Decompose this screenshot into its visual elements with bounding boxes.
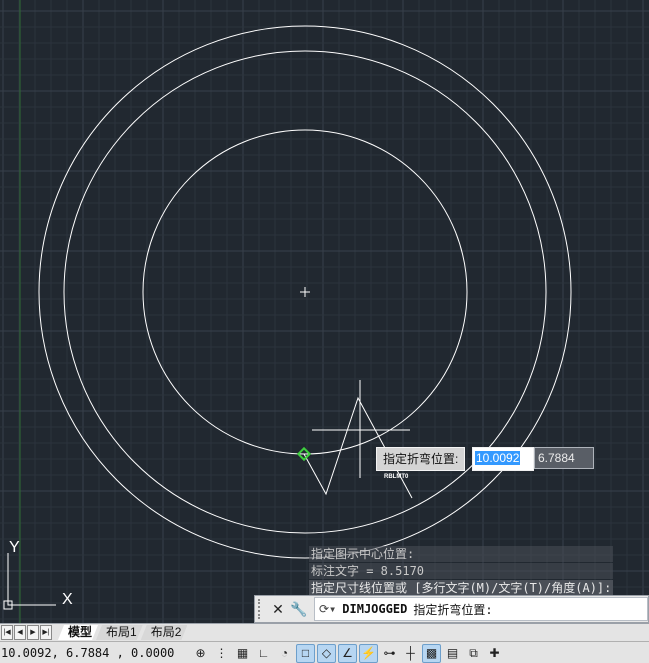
command-line-bar: ✕ 🔧 ⟳▾ DIMJOGGED 指定折弯位置: (254, 595, 649, 623)
polar-tracking-icon[interactable]: ◔ (275, 644, 294, 663)
ucs-x-label: X (62, 591, 73, 608)
object-snap-icon[interactable]: □ (296, 643, 315, 663)
first-tab-button[interactable]: |◀ (1, 625, 13, 640)
quick-properties-icon[interactable]: ▤ (443, 644, 462, 663)
command-prompt-icon[interactable]: ⟳▾ (319, 602, 336, 616)
drawing-area[interactable]: XY 指定折弯位置: 10.0092 6.7884 RBLMT0 指定图示中心位… (0, 0, 649, 623)
drag-handle[interactable] (258, 599, 266, 619)
coordinate-readout: 10.0092, 6.7884 , 0.0000 (1, 646, 175, 660)
wrench-icon[interactable]: 🔧 (290, 600, 308, 618)
close-icon[interactable]: ✕ (269, 600, 287, 618)
grid-display-icon[interactable]: ▦ (233, 644, 252, 663)
tab-layout2[interactable]: 布局2 (141, 625, 188, 640)
lineweight-icon[interactable]: ┼ (401, 644, 420, 663)
status-bar: 10.0092, 6.7884 , 0.0000 ⊕ ⋮ ▦ ∟ ◔ □ ◇ ∠… (0, 641, 649, 663)
history-line: 指定尺寸线位置或 [多行文字(M)/文字(T)/角度(A)]: (309, 580, 614, 596)
selection-cycling-icon[interactable]: ⧉ (464, 644, 483, 663)
history-line: 标注文字 = 8.5170 (309, 563, 614, 579)
dynamic-input-y-field[interactable]: 6.7884 (534, 447, 594, 469)
cursor-badge: RBLMT0 (384, 474, 409, 480)
active-command: DIMJOGGED (342, 602, 408, 616)
annotation-monitor-icon[interactable]: ✚ (485, 644, 504, 663)
dynamic-input-x-field[interactable]: 10.0092 (472, 447, 534, 471)
snap-mode-icon[interactable]: ⋮ (212, 644, 231, 663)
command-history: 指定图示中心位置: 标注文字 = 8.5170 指定尺寸线位置或 [多行文字(M… (309, 546, 614, 597)
transparency-icon[interactable]: ▩ (422, 643, 441, 663)
drawing-canvas[interactable]: XY (0, 0, 649, 623)
infer-constraints-icon[interactable]: ⊕ (191, 644, 210, 663)
autocad-window: XY 指定折弯位置: 10.0092 6.7884 RBLMT0 指定图示中心位… (0, 0, 649, 663)
command-prompt-text: 指定折弯位置: (413, 602, 493, 617)
tab-layout1[interactable]: 布局1 (96, 625, 143, 640)
dynamic-input-prompt: 指定折弯位置: (376, 447, 466, 471)
command-input[interactable]: ⟳▾ DIMJOGGED 指定折弯位置: (314, 597, 648, 621)
history-line: 指定图示中心位置: (309, 546, 614, 562)
ucs-icon (7, 553, 56, 606)
next-tab-button[interactable]: ▶ (27, 625, 39, 640)
center-mark (300, 287, 310, 297)
ortho-mode-icon[interactable]: ∟ (254, 644, 273, 663)
tab-model[interactable]: 模型 (58, 625, 98, 640)
layout-tab-bar: |◀ ◀ ▶ ▶| 模型 布局1 布局2 (0, 623, 649, 641)
dynamic-input-icon[interactable]: ⊶ (380, 644, 399, 663)
prev-tab-button[interactable]: ◀ (14, 625, 26, 640)
dynamic-ucs-icon[interactable]: ⚡ (359, 643, 378, 663)
last-tab-button[interactable]: ▶| (40, 625, 52, 640)
x-value-text: 10.0092 (475, 451, 521, 465)
object-snap-tracking-icon[interactable]: ∠ (338, 643, 357, 663)
3d-object-snap-icon[interactable]: ◇ (317, 643, 336, 663)
ucs-y-label: Y (9, 539, 20, 556)
